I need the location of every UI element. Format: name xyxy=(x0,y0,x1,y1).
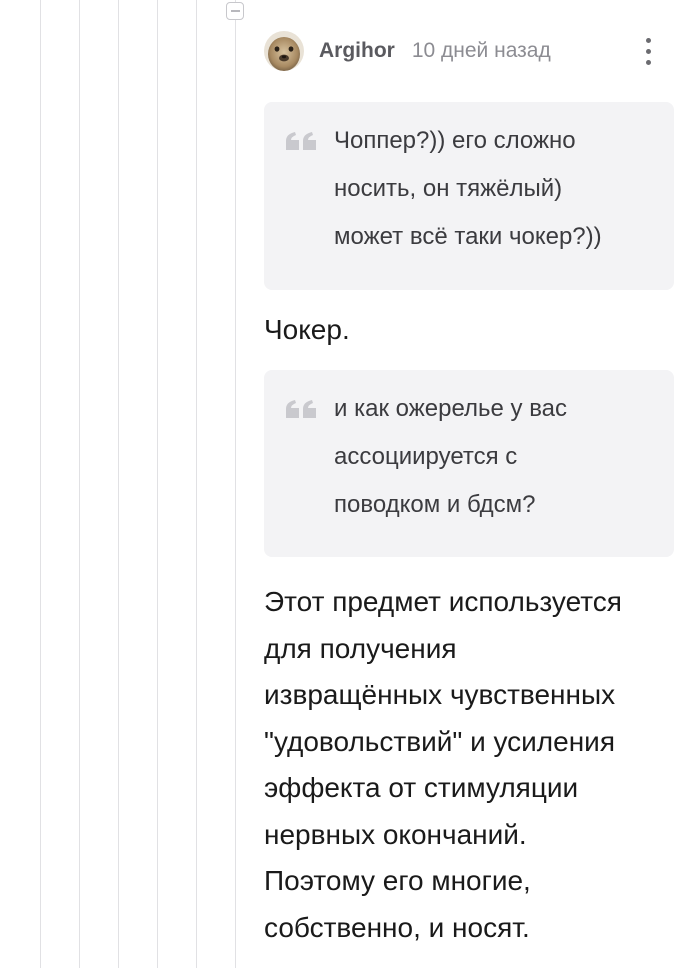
reply-line: собственно, и носят. xyxy=(264,911,530,943)
quote-line: и как ожерелье у вас xyxy=(334,395,568,422)
quote-line: поводком и бдсм? xyxy=(334,491,536,518)
comment-thread: Argihor 10 дней назад Чоппер?)) его слож… xyxy=(0,0,700,968)
thread-indent-line[interactable] xyxy=(118,0,119,968)
thread-indent-line[interactable] xyxy=(79,0,80,968)
thread-indent-line[interactable] xyxy=(157,0,158,968)
reply-line: эффекта от стимуляции xyxy=(264,772,579,803)
quote-block: Чоппер?)) его сложно носить, он тяжёлый)… xyxy=(264,102,674,290)
comment-header: Argihor 10 дней назад xyxy=(264,30,674,72)
quote-text: Чоппер?)) его сложно носить, он тяжёлый)… xyxy=(334,117,602,277)
thread-indent-line[interactable] xyxy=(235,0,236,968)
thread-indent-line[interactable] xyxy=(196,0,197,968)
reply-line: Этот предмет используется xyxy=(264,586,622,617)
quote-line: может всё таки чокер?)) xyxy=(334,223,602,250)
comment: Argihor 10 дней назад Чоппер?)) его слож… xyxy=(264,30,674,951)
quote-line: носить, он тяжёлый) xyxy=(334,175,563,202)
reply-line: Поэтому его многие, xyxy=(264,865,531,896)
quote-line: Чоппер?)) его сложно xyxy=(334,127,576,154)
quote-line: ассоциируется с xyxy=(334,443,518,470)
reply-text-long: Этот предмет используется для получения … xyxy=(264,579,674,951)
menu-dot xyxy=(645,48,651,54)
quote-text: и как ожерелье у вас ассоциируется с пов… xyxy=(334,385,567,544)
menu-dot xyxy=(645,37,651,43)
reply-line: извращённых чувственных xyxy=(264,679,616,710)
comment-timestamp[interactable]: 10 дней назад xyxy=(412,39,551,63)
minus-glyph xyxy=(230,10,240,12)
thread-indent-line[interactable] xyxy=(40,0,41,968)
reply-line: "удовольствий" и усиления xyxy=(264,725,615,757)
avatar-seal-icon[interactable] xyxy=(264,31,304,71)
collapse-minus-icon[interactable] xyxy=(226,2,244,20)
quote-block: и как ожерелье у вас ассоциируется с пов… xyxy=(264,370,674,557)
reply-line: нервных окончаний. xyxy=(264,818,527,850)
reply-line: для получения xyxy=(264,632,457,664)
quote-icon xyxy=(286,126,334,268)
menu-dot xyxy=(645,59,651,65)
comment-author[interactable]: Argihor xyxy=(319,39,395,63)
reply-text-short: Чокер. xyxy=(264,314,350,345)
quote-icon xyxy=(286,394,334,535)
more-vertical-icon[interactable] xyxy=(636,30,660,72)
